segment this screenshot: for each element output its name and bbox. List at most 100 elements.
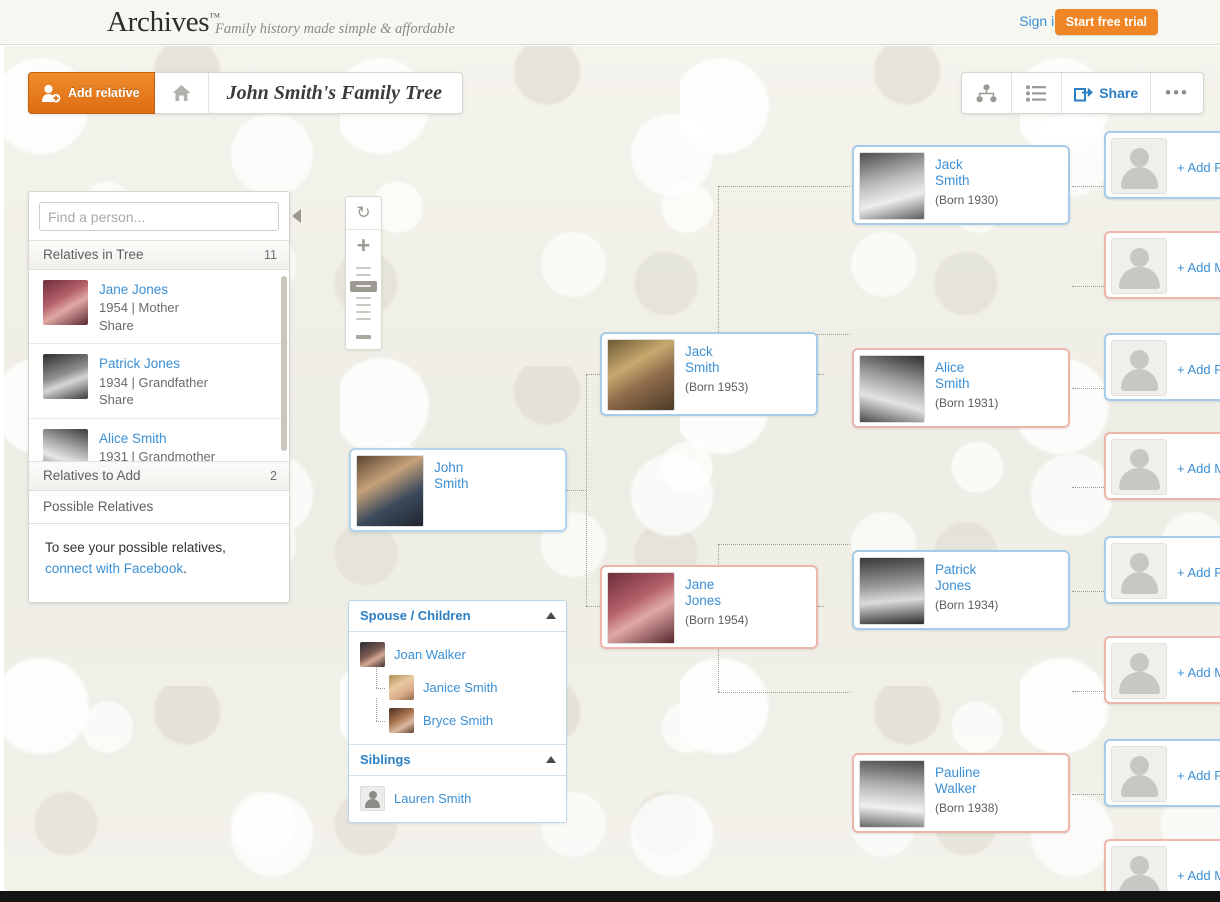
list-item[interactable]: Jane Jones 1954 | Mother Share xyxy=(29,270,289,345)
logo-text: Archives xyxy=(107,6,210,38)
person-last-name: Smith xyxy=(434,475,469,491)
people-sidebar: Relatives in Tree 11 Jane Jones 1954 | M… xyxy=(28,191,290,603)
person-card-paternal-grandmother[interactable]: Alice Smith (Born 1931) xyxy=(852,348,1070,428)
person-card-mother[interactable]: Jane Jones (Born 1954) xyxy=(600,565,818,649)
add-mother-card-1[interactable]: + Add Mother xyxy=(1104,231,1220,299)
person-first-name: Jack xyxy=(685,344,713,359)
person-birth-year: (Born 1938) xyxy=(935,800,999,815)
relatives-list[interactable]: Jane Jones 1954 | Mother Share Patrick J… xyxy=(29,270,289,461)
person-photo xyxy=(859,760,925,828)
person-card-father[interactable]: Jack Smith (Born 1953) xyxy=(600,332,818,416)
spouse-row[interactable]: Joan Walker xyxy=(349,638,566,671)
zoom-tick xyxy=(356,304,371,306)
add-relative-button[interactable]: Add relative xyxy=(28,72,155,114)
caret-up-icon[interactable] xyxy=(546,612,556,619)
connect-facebook-link[interactable]: connect with Facebook xyxy=(45,561,183,576)
person-birth-year: (Born 1953) xyxy=(685,379,749,394)
add-relative-label: + Add Mother xyxy=(1177,461,1220,476)
add-father-card-3[interactable]: + Add Father xyxy=(1104,536,1220,604)
collapse-sidebar-icon[interactable] xyxy=(292,209,301,223)
person-card-paternal-grandfather[interactable]: Jack Smith (Born 1930) xyxy=(852,145,1070,225)
share-link[interactable]: Share xyxy=(99,317,179,335)
bottom-bar xyxy=(0,891,1220,902)
add-father-card-1[interactable]: + Add Father xyxy=(1104,131,1220,199)
connector-gp1-horizontal xyxy=(718,186,850,187)
zoom-control[interactable]: ↻ + xyxy=(345,196,382,350)
add-father-card-4[interactable]: + Add Father xyxy=(1104,739,1220,807)
list-item[interactable]: Patrick Jones 1934 | Grandfather Share xyxy=(29,344,289,419)
start-free-trial-button[interactable]: Start free trial xyxy=(1054,9,1158,35)
list-scrollbar[interactable] xyxy=(281,276,287,451)
person-name[interactable]: Alice Smith xyxy=(99,430,215,448)
avatar xyxy=(389,675,414,700)
person-last-name: Smith xyxy=(935,375,970,391)
child-row[interactable]: Janice Smith xyxy=(349,665,566,704)
female-silhouette-icon xyxy=(1111,439,1167,495)
avatar xyxy=(43,428,88,461)
possible-text-suffix: . xyxy=(183,560,187,576)
person-card-maternal-grandmother[interactable]: Pauline Walker (Born 1938) xyxy=(852,753,1070,833)
avatar-placeholder-icon xyxy=(360,786,385,811)
home-button[interactable] xyxy=(155,73,209,113)
add-father-card-2[interactable]: + Add Father xyxy=(1104,333,1220,401)
right-toolbar: Share ••• xyxy=(961,72,1204,114)
family-detail-panel: Spouse / Children Joan Walker Janice Smi… xyxy=(348,600,567,823)
search-input[interactable] xyxy=(39,202,279,231)
avatar xyxy=(43,354,88,400)
siblings-body: Lauren Smith xyxy=(349,776,566,822)
sibling-row[interactable]: Lauren Smith xyxy=(349,782,566,815)
zoom-tick xyxy=(356,318,371,320)
home-icon xyxy=(172,85,191,101)
spouse-children-header[interactable]: Spouse / Children xyxy=(349,601,566,632)
connector-add4 xyxy=(1072,487,1106,488)
siblings-header[interactable]: Siblings xyxy=(349,745,566,776)
tree-canvas[interactable]: John Smith Jack Smith (Born 1953) Jane J… xyxy=(0,46,1220,891)
caret-up-icon[interactable] xyxy=(546,756,556,763)
zoom-slider-track[interactable] xyxy=(346,260,381,329)
possible-relatives-message: To see your possible relatives, connect … xyxy=(29,524,289,602)
add-person-icon xyxy=(41,84,61,102)
person-photo xyxy=(859,557,925,625)
spouse-children-body: Joan Walker Janice Smith Bryce Smith xyxy=(349,632,566,745)
avatar xyxy=(43,280,88,325)
person-card-focus[interactable]: John Smith xyxy=(349,448,567,532)
zoom-in-button[interactable]: + xyxy=(346,230,381,260)
connector-focus-out xyxy=(566,490,586,491)
reset-view-icon[interactable]: ↻ xyxy=(346,197,381,230)
list-view-button[interactable] xyxy=(1012,73,1063,113)
relatives-to-add-header: Relatives to Add 2 xyxy=(29,461,289,491)
person-first-name: Jack xyxy=(935,157,963,172)
person-photo xyxy=(859,355,925,423)
connector-mother-out xyxy=(818,606,824,607)
more-options-button[interactable]: ••• xyxy=(1151,73,1203,113)
connector-father-horizontal xyxy=(586,374,600,375)
add-mother-card-3[interactable]: + Add Mother xyxy=(1104,636,1220,704)
share-button[interactable]: Share xyxy=(1062,73,1152,113)
child-name: Janice Smith xyxy=(423,680,498,695)
possible-relatives-header[interactable]: Possible Relatives xyxy=(29,491,289,524)
zoom-slider-handle[interactable] xyxy=(350,281,377,292)
spouse-name: Joan Walker xyxy=(394,647,466,662)
add-relative-label: + Add Mother xyxy=(1177,868,1220,883)
add-mother-card-4[interactable]: + Add Mother xyxy=(1104,839,1220,891)
male-silhouette-icon xyxy=(1111,138,1167,194)
avatar xyxy=(360,642,385,667)
person-detail: 1934 | Grandfather xyxy=(99,374,208,390)
zoom-out-button[interactable] xyxy=(346,329,381,345)
person-card-maternal-grandfather[interactable]: Patrick Jones (Born 1934) xyxy=(852,550,1070,630)
add-mother-card-2[interactable]: + Add Mother xyxy=(1104,432,1220,500)
connector-add6 xyxy=(1072,691,1106,692)
share-link[interactable]: Share xyxy=(99,391,208,409)
list-item[interactable]: Alice Smith 1931 | Grandmother Share xyxy=(29,419,289,461)
child-row[interactable]: Bryce Smith xyxy=(349,698,566,737)
avatar xyxy=(389,708,414,733)
tree-view-button[interactable] xyxy=(962,73,1013,113)
brand-header: Archives™ Family history made simple & a… xyxy=(0,0,1220,45)
person-name[interactable]: Jane Jones xyxy=(99,281,179,299)
connector-gp3-horizontal xyxy=(718,544,850,545)
possible-text-prefix: To see your possible relatives, xyxy=(45,540,226,555)
archives-logo[interactable]: Archives™ xyxy=(107,6,220,39)
person-detail: 1931 | Grandmother xyxy=(99,448,216,461)
person-name[interactable]: Patrick Jones xyxy=(99,355,208,373)
person-photo xyxy=(607,339,675,411)
